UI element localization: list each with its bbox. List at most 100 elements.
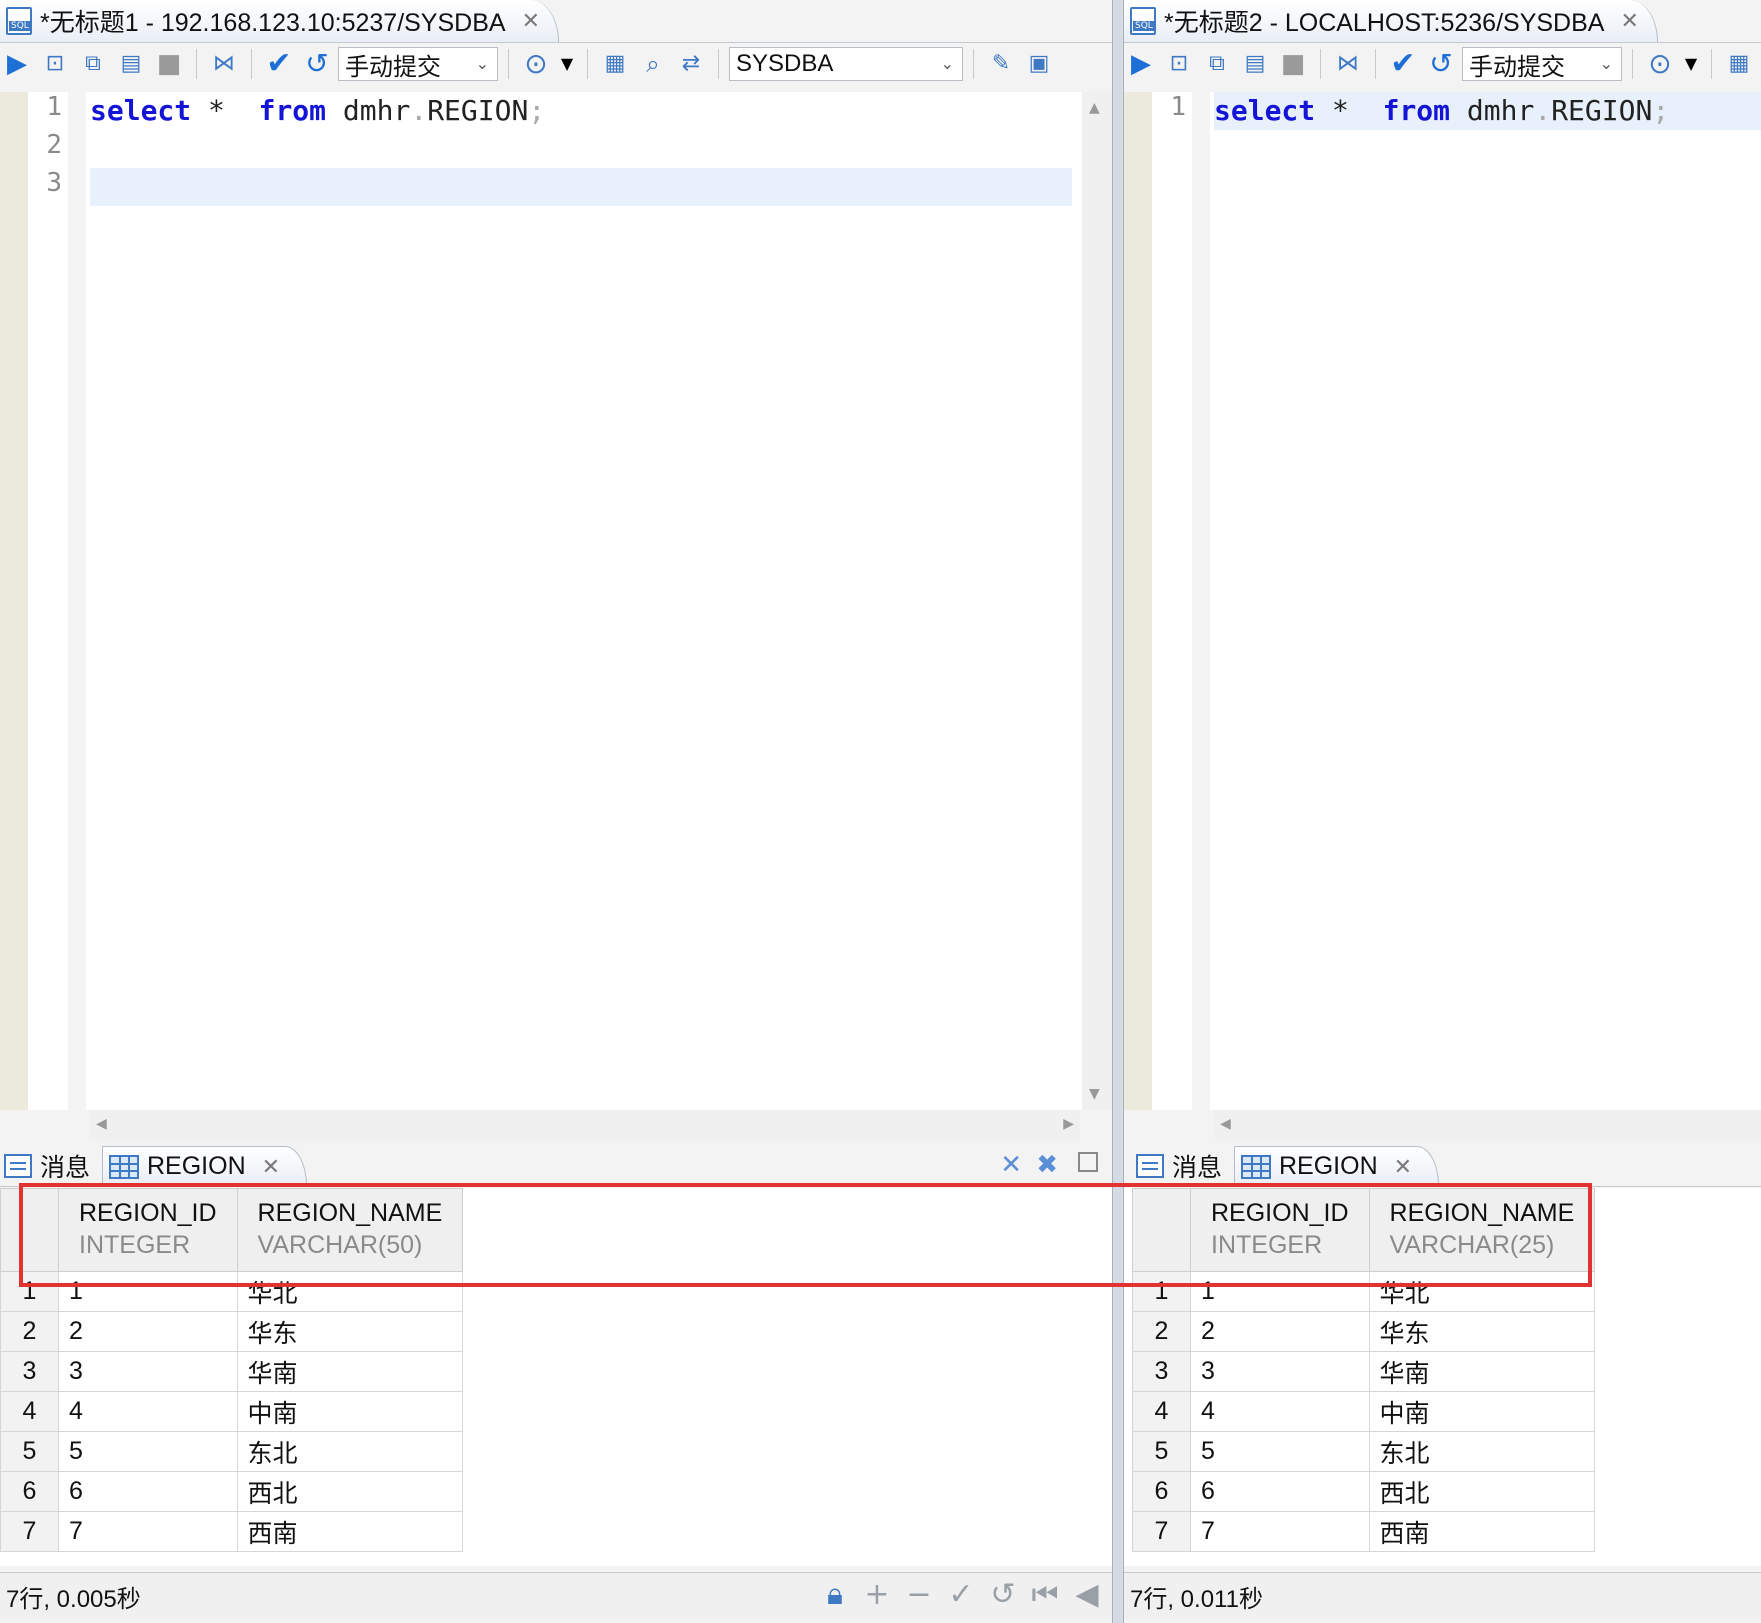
maximize-icon[interactable] <box>1078 1152 1098 1172</box>
remove-row-icon[interactable]: − <box>902 1577 936 1612</box>
close-icon[interactable]: ✕ <box>522 9 540 34</box>
tab-region[interactable]: REGION ✕ <box>1234 1146 1440 1186</box>
add-row-icon[interactable]: + <box>860 1577 894 1612</box>
sql-editor[interactable]: 1 2 3 select * from dmhr.REGION; ▲ ▼ <box>0 92 1112 1110</box>
tab-messages[interactable]: 消息 <box>4 1146 90 1186</box>
row-number[interactable]: 4 <box>0 1391 59 1432</box>
close-all-icon[interactable]: ✕ <box>1000 1150 1022 1180</box>
cell-region-id[interactable]: 2 <box>1190 1311 1370 1352</box>
find-icon[interactable]: ⌕ <box>636 47 670 81</box>
sql-editor[interactable]: 1 select * from dmhr.REGION; <box>1124 92 1761 1110</box>
code-area[interactable]: select * from dmhr.REGION; <box>1214 92 1761 1110</box>
table-row[interactable]: 3 3 华南 <box>0 1351 464 1392</box>
editor-tab-untitled2[interactable]: SQL *无标题2 - LOCALHOST:5236/SYSDBA ✕ <box>1124 0 1658 42</box>
row-number[interactable]: 2 <box>1132 1311 1191 1352</box>
dropdown-arrow-icon[interactable]: ▼ <box>1681 47 1701 81</box>
run-icon[interactable]: ▶ <box>1124 47 1158 81</box>
row-number[interactable]: 3 <box>1132 1351 1191 1392</box>
code-area[interactable]: select * from dmhr.REGION; <box>90 92 1072 1110</box>
table-row[interactable]: 4 4 中南 <box>1132 1391 1596 1432</box>
stop-icon[interactable]: ■ <box>1276 47 1310 81</box>
corner-cell[interactable] <box>1132 1188 1191 1272</box>
filter-icon[interactable]: ⋈ <box>1331 47 1365 81</box>
cell-region-name[interactable]: 东北 <box>1368 1431 1596 1472</box>
scroll-right-icon[interactable]: ▶ <box>1063 1116 1074 1132</box>
cell-region-name[interactable]: 华南 <box>1368 1351 1596 1392</box>
cell-region-id[interactable]: 7 <box>1190 1511 1370 1552</box>
row-number[interactable]: 2 <box>0 1311 59 1352</box>
horizontal-scrollbar[interactable]: ◀ <box>1214 1110 1761 1140</box>
close-icon[interactable]: ✕ <box>1620 9 1638 34</box>
cell-region-name[interactable]: 中南 <box>236 1391 464 1432</box>
query-plan-icon[interactable]: ▦ <box>1722 47 1756 81</box>
target-icon[interactable]: ⊙ <box>519 47 553 81</box>
cell-region-name[interactable]: 中南 <box>1368 1391 1596 1432</box>
run-line-icon[interactable]: ⊡ <box>1162 47 1196 81</box>
row-number[interactable]: 4 <box>1132 1391 1191 1432</box>
table-row[interactable]: 3 3 华南 <box>1132 1351 1596 1392</box>
lock-icon[interactable]: 🔒︎ <box>818 1577 852 1612</box>
cell-region-name[interactable]: 华东 <box>236 1311 464 1352</box>
row-number[interactable]: 3 <box>0 1351 59 1392</box>
filter-icon[interactable]: ⋈ <box>207 47 241 81</box>
commit-icon[interactable]: ✔ <box>1386 47 1420 81</box>
row-number[interactable]: 1 <box>0 1271 59 1312</box>
cell-region-id[interactable]: 5 <box>1190 1431 1370 1472</box>
scroll-down-icon[interactable]: ▼ <box>1089 1086 1100 1102</box>
stop-icon[interactable]: ■ <box>152 47 186 81</box>
cell-region-id[interactable]: 3 <box>1190 1351 1370 1392</box>
first-page-icon[interactable]: ⏮ <box>1028 1577 1062 1612</box>
rollback-icon[interactable]: ↺ <box>1424 47 1458 81</box>
cell-region-name[interactable]: 西北 <box>1368 1471 1596 1512</box>
close-icon[interactable]: ✕ <box>262 1154 280 1180</box>
row-number[interactable]: 6 <box>1132 1471 1191 1512</box>
cell-region-name[interactable]: 西南 <box>1368 1511 1596 1552</box>
table-row[interactable]: 5 5 东北 <box>1132 1431 1596 1472</box>
cell-region-name[interactable]: 东北 <box>236 1431 464 1472</box>
tab-region[interactable]: REGION ✕ <box>102 1146 308 1186</box>
table-row[interactable]: 2 2 华东 <box>0 1311 464 1352</box>
commit-mode-select[interactable]: 手动提交 ⌄ <box>338 47 498 81</box>
row-number[interactable]: 7 <box>1132 1511 1191 1552</box>
cell-region-name[interactable]: 华北 <box>1368 1271 1596 1312</box>
commit-icon[interactable]: ✔ <box>262 47 296 81</box>
cell-region-id[interactable]: 5 <box>58 1431 238 1472</box>
cell-region-name[interactable]: 华东 <box>1368 1311 1596 1352</box>
script-icon[interactable]: ▤ <box>114 47 148 81</box>
explain-icon[interactable]: ⧉ <box>76 47 110 81</box>
cell-region-name[interactable]: 西北 <box>236 1471 464 1512</box>
close-icon[interactable]: ✕ <box>1394 1154 1412 1180</box>
query-plan-icon[interactable]: ▦ <box>598 47 632 81</box>
row-number[interactable]: 1 <box>1132 1271 1191 1312</box>
schema-select[interactable]: SYSDBA ⌄ <box>729 47 963 81</box>
scroll-left-icon[interactable]: ◀ <box>96 1116 107 1132</box>
dropdown-arrow-icon[interactable]: ▼ <box>557 47 577 81</box>
run-icon[interactable]: ▶ <box>0 47 34 81</box>
column-header[interactable]: REGION_NAME VARCHAR(50) <box>236 1188 464 1272</box>
table-row[interactable]: 6 6 西北 <box>0 1471 464 1512</box>
cell-region-id[interactable]: 7 <box>58 1511 238 1552</box>
script-icon[interactable]: ▤ <box>1238 47 1272 81</box>
cell-region-id[interactable]: 6 <box>1190 1471 1370 1512</box>
format-icon[interactable]: ✎ <box>984 47 1018 81</box>
commit-mode-select[interactable]: 手动提交 ⌄ <box>1462 47 1622 81</box>
cell-region-id[interactable]: 3 <box>58 1351 238 1392</box>
cell-region-id[interactable]: 4 <box>58 1391 238 1432</box>
table-row[interactable]: 2 2 华东 <box>1132 1311 1596 1352</box>
row-number[interactable]: 7 <box>0 1511 59 1552</box>
layout-icon[interactable]: ▣ <box>1022 47 1056 81</box>
table-row[interactable]: 4 4 中南 <box>0 1391 464 1432</box>
revert-icon[interactable]: ↺ <box>986 1577 1020 1612</box>
scroll-left-icon[interactable]: ◀ <box>1220 1116 1231 1132</box>
table-row[interactable]: 6 6 西北 <box>1132 1471 1596 1512</box>
column-header[interactable]: REGION_ID INTEGER <box>58 1188 238 1272</box>
horizontal-scrollbar[interactable]: ◀ ▶ <box>90 1110 1080 1140</box>
cell-region-id[interactable]: 1 <box>58 1271 238 1312</box>
pane-splitter[interactable] <box>1112 0 1124 1623</box>
cell-region-id[interactable]: 1 <box>1190 1271 1370 1312</box>
table-row[interactable]: 7 7 西南 <box>1132 1511 1596 1552</box>
vertical-scrollbar[interactable]: ▲ ▼ <box>1082 92 1112 1110</box>
cell-region-name[interactable]: 华南 <box>236 1351 464 1392</box>
run-line-icon[interactable]: ⊡ <box>38 47 72 81</box>
cell-region-name[interactable]: 华北 <box>236 1271 464 1312</box>
